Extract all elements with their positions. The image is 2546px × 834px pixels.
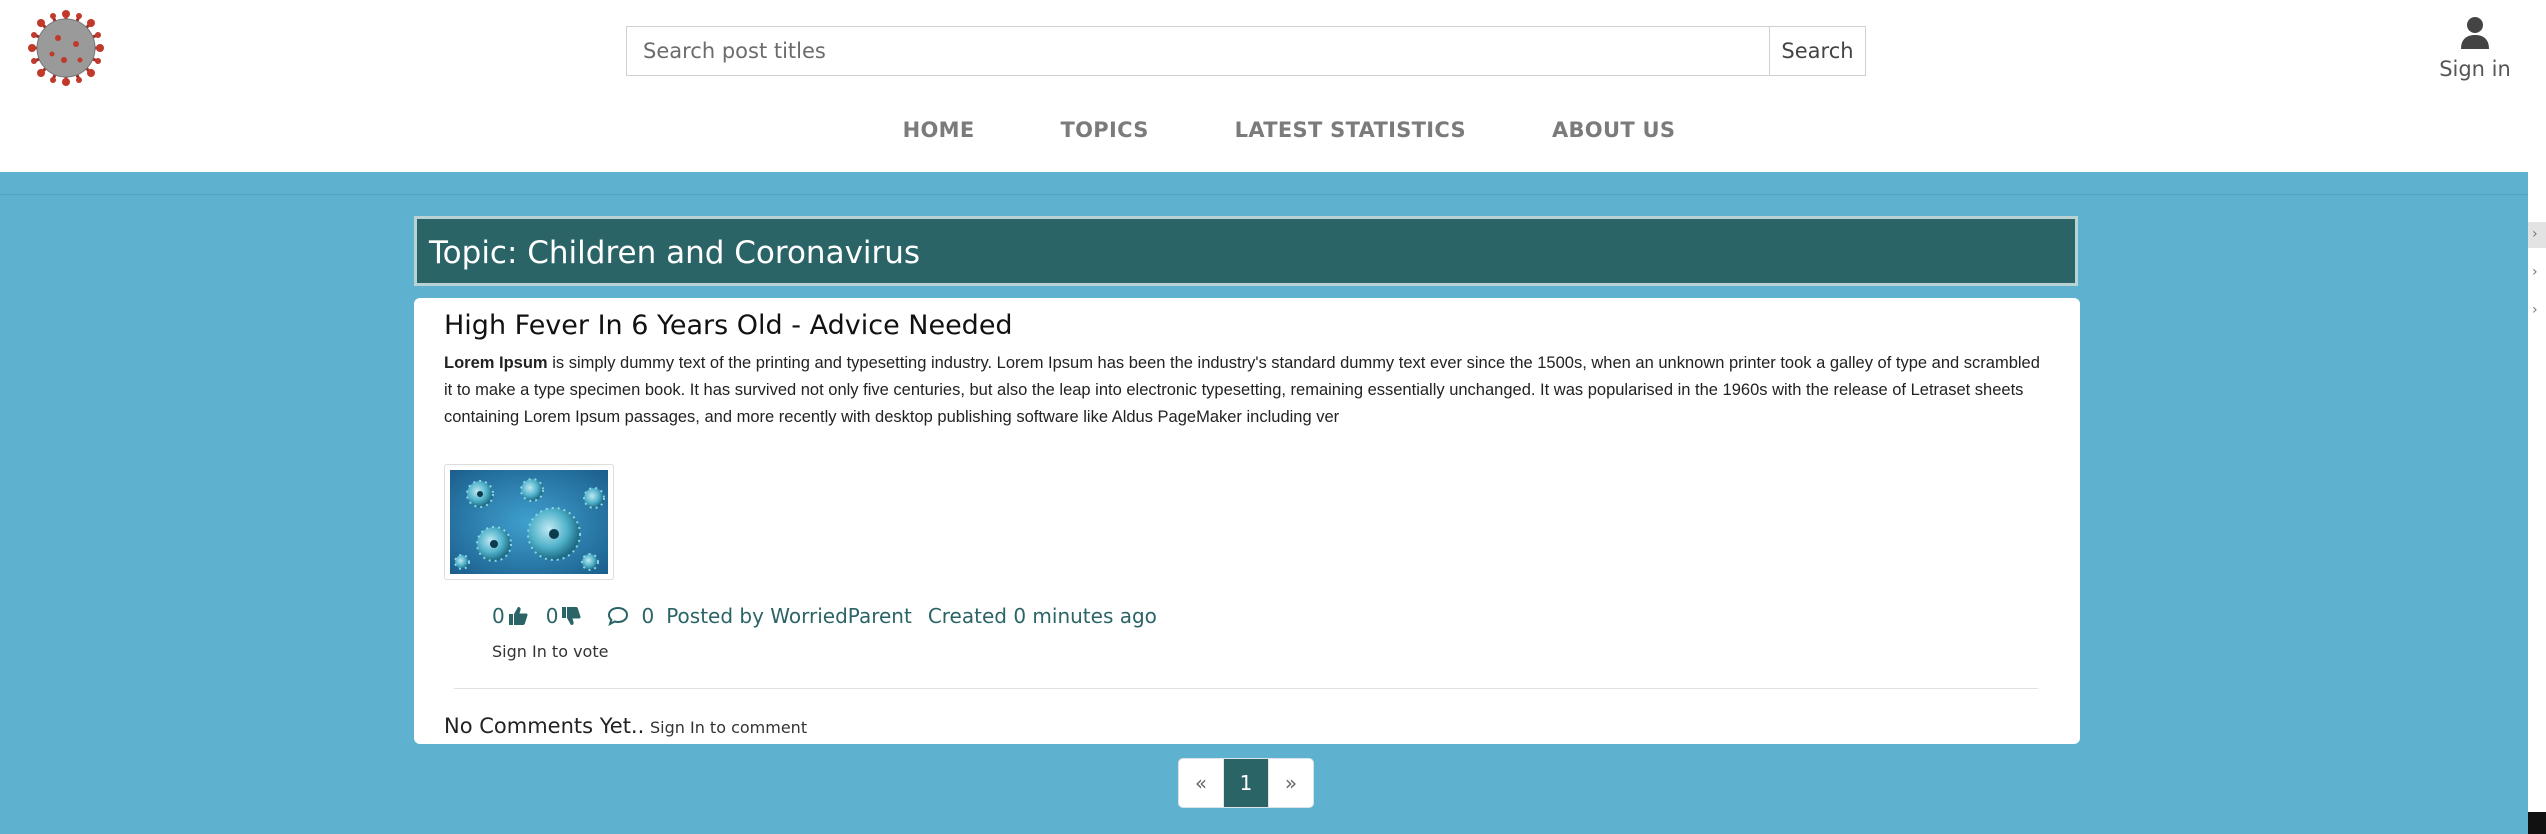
pagination-page-current[interactable]: 1 [1223,759,1268,807]
post-meta: 0 0 0 Posted by WorriedParent Created 0 … [492,604,1157,628]
pagination: « 1 » [1178,758,1314,808]
search-bar: Search [626,26,1866,76]
user-icon [2460,17,2490,54]
nav-item-topics[interactable]: TOPICS [1061,118,1149,142]
sign-in-link[interactable]: Sign in [2430,16,2520,81]
rail-corner [2528,812,2546,834]
divider [0,194,2528,195]
posted-by: Posted by WorriedParent [666,604,912,628]
divider [454,688,2038,689]
no-comments-label: No Comments Yet.. [444,714,645,738]
topic-header: Topic: Children and Coronavirus [414,216,2078,286]
nav-item-about-us[interactable]: ABOUT US [1552,118,1675,142]
topic-title: Topic: Children and Coronavirus [429,235,921,271]
post-card: High Fever In 6 Years Old - Advice Neede… [414,298,2080,744]
coronavirus-logo-icon[interactable] [26,8,106,88]
search-input[interactable] [627,27,1769,75]
chevron-right-icon[interactable]: › [2532,302,2538,318]
pagination-next[interactable]: » [1268,759,1313,807]
chevron-right-icon[interactable]: › [2532,264,2538,280]
search-button[interactable]: Search [1769,27,1865,75]
created-time: Created 0 minutes ago [927,604,1157,628]
like-count: 0 [492,604,505,628]
side-rail: › › › [2528,0,2546,834]
post-image[interactable] [444,464,614,580]
top-header: Search Sign in HOME TOPICS LATEST STATIS… [0,0,2528,172]
post-body: Lorem Ipsum is simply dummy text of the … [444,350,2044,431]
nav-item-latest-statistics[interactable]: LATEST STATISTICS [1235,118,1466,142]
post-title[interactable]: High Fever In 6 Years Old - Advice Neede… [444,310,1013,341]
comment-icon[interactable] [607,606,629,626]
nav-item-home[interactable]: HOME [903,118,975,142]
main-nav: HOME TOPICS LATEST STATISTICS ABOUT US [0,118,2528,142]
post-body-bold: Lorem Ipsum [444,354,548,372]
chevron-right-icon[interactable]: › [2532,226,2538,242]
thumbs-down-icon[interactable] [561,606,581,626]
sign-in-to-comment-link[interactable]: Sign In to comment [650,718,807,737]
pagination-prev[interactable]: « [1179,759,1223,807]
sign-in-to-vote-link[interactable]: Sign In to vote [492,642,608,661]
virus-image [450,470,608,574]
post-body-text: is simply dummy text of the printing and… [444,354,2040,426]
thumbs-up-icon[interactable] [508,606,528,626]
dislike-count: 0 [545,604,559,628]
sign-in-label: Sign in [2439,57,2511,81]
comment-count: 0 [641,604,655,628]
